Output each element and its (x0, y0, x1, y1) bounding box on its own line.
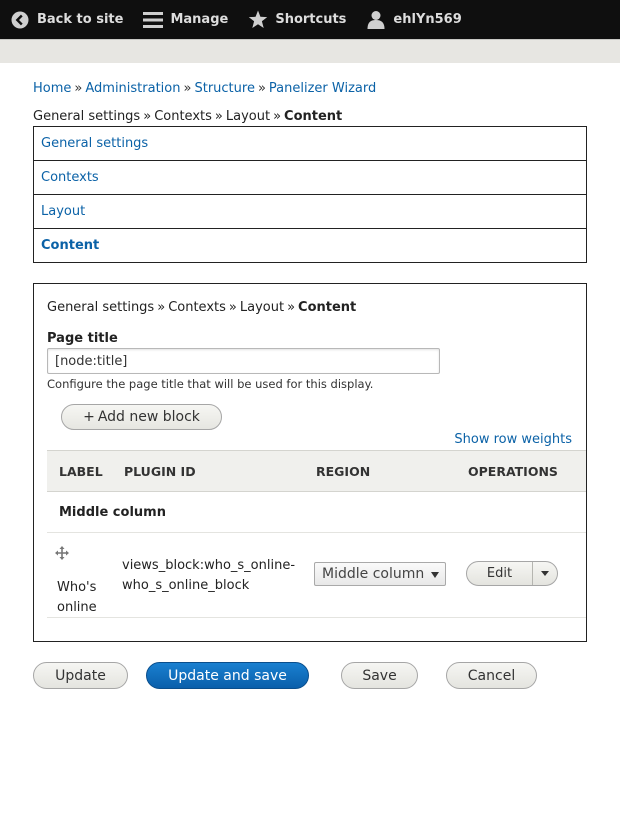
hamburger-icon (143, 10, 164, 30)
table-row: Who's online views_block:who_s_online- w… (47, 533, 586, 618)
user-icon (366, 10, 386, 30)
tab-general-settings[interactable]: General settings (34, 127, 586, 161)
block-plugin-id: views_block:who_s_online- who_s_online_b… (122, 556, 295, 596)
tab-content[interactable]: Content (34, 229, 586, 262)
trail-step-contexts: Contexts (168, 300, 226, 315)
wizard-tabs: General settings Contexts Layout Content (33, 126, 587, 263)
trail-step-layout: Layout (225, 109, 271, 124)
panel-wizard-trail: General settings» Contexts» Layout» Content (47, 300, 357, 315)
region-group-row: Middle column (47, 492, 586, 533)
region-group-label: Middle column (59, 505, 166, 520)
col-label-header: LABEL (59, 464, 103, 479)
plus-icon: + (83, 409, 95, 425)
edit-button[interactable]: Edit (467, 562, 533, 585)
update-and-save-button[interactable]: Update and save (146, 662, 309, 689)
trail-step-general-settings: General settings (33, 109, 141, 124)
trail-step-current: Content (284, 109, 343, 124)
breadcrumb-administration[interactable]: Administration (85, 81, 180, 96)
wizard-trail: General settings» Contexts» Layout» Content (33, 109, 343, 124)
manage-menu[interactable]: Manage (133, 0, 238, 39)
breadcrumb: Home» Administration» Structure» Panelizer … (33, 81, 377, 96)
page-title-label: Page title (47, 331, 118, 346)
save-button[interactable]: Save (341, 662, 418, 689)
back-to-site-link[interactable]: Back to site (0, 0, 133, 39)
back-to-site-label: Back to site (37, 12, 124, 27)
region-select[interactable]: Middle column (314, 562, 446, 586)
col-operations-header: OPERATIONS (468, 464, 558, 479)
cancel-button[interactable]: Cancel (446, 662, 537, 689)
manage-label: Manage (170, 12, 229, 27)
shortcuts-label: Shortcuts (275, 12, 347, 27)
blocks-table-header: LABEL PLUGIN ID REGION OPERATIONS (47, 450, 586, 492)
trail-step-contexts: Contexts (154, 109, 212, 124)
star-icon (248, 10, 268, 30)
content-panel: General settings» Contexts» Layout» Content… (33, 283, 587, 642)
operations-dropbutton: Edit (466, 561, 558, 586)
block-label-line-2: online (57, 600, 97, 615)
col-plugin-id-header: PLUGIN ID (124, 464, 196, 479)
operations-toggle[interactable] (533, 562, 557, 585)
user-menu[interactable]: ehlYn569 (356, 0, 471, 39)
block-label: Who's online (57, 578, 97, 618)
chevron-down-icon (431, 572, 439, 578)
form-actions: Update Update and save Save Cancel (0, 662, 620, 690)
page-title-input[interactable] (47, 348, 440, 374)
breadcrumb-home[interactable]: Home (33, 81, 71, 96)
tab-layout[interactable]: Layout (34, 195, 586, 229)
trail-step-general-settings: General settings (47, 300, 155, 315)
block-label-line-1: Who's (57, 580, 97, 595)
add-new-block-button[interactable]: + Add new block (61, 404, 222, 430)
chevron-down-icon (541, 571, 549, 576)
col-region-header: REGION (316, 464, 371, 479)
trail-step-layout: Layout (239, 300, 285, 315)
back-arrow-icon (10, 10, 30, 30)
page-title-description: Configure the page title that will be us… (47, 377, 374, 391)
shortcuts-menu[interactable]: Shortcuts (238, 0, 356, 39)
show-row-weights-link[interactable]: Show row weights (454, 432, 572, 447)
breadcrumb-panelizer-wizard[interactable]: Panelizer Wizard (269, 81, 376, 96)
update-button[interactable]: Update (33, 662, 128, 689)
plugin-id-line-2: who_s_online_block (122, 578, 250, 593)
user-name-label: ehlYn569 (393, 12, 462, 27)
tab-contexts[interactable]: Contexts (34, 161, 586, 195)
trail-step-current: Content (298, 300, 357, 315)
plugin-id-line-1: views_block:who_s_online- (122, 558, 296, 573)
breadcrumb-structure[interactable]: Structure (194, 81, 254, 96)
toolbar-tray (0, 39, 620, 63)
drag-handle-icon[interactable] (55, 546, 69, 560)
add-new-block-label: Add new block (97, 409, 200, 425)
admin-toolbar: Back to site Manage Shortcuts ehlYn569 (0, 0, 620, 39)
region-select-value: Middle column (322, 566, 425, 582)
